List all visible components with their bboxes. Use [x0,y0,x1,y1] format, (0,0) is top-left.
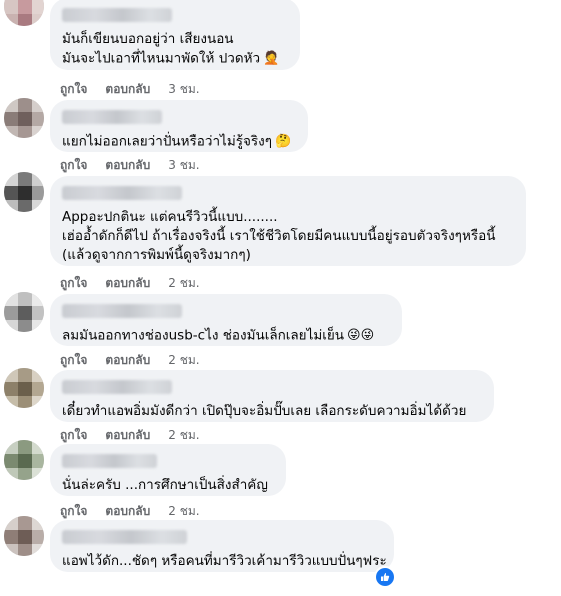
comment-text: เฮ่ออ้ำดักก็ดีไป ถ้าเรื่องจริงนี้ เราใช้… [62,228,496,244]
like-link[interactable]: ถูกใจ [60,426,87,445]
timestamp[interactable]: 2 ชม. [168,426,199,445]
timestamp[interactable]: 2 ชม. [168,351,199,370]
comment-actions: ถูกใจ ตอบกลับ 2 ชม. [60,426,200,445]
avatar[interactable] [4,98,44,138]
timestamp[interactable]: 3 ชม. [168,80,199,99]
comment-actions: ถูกใจ ตอบกลับ 3 ชม. [60,80,200,99]
comment-text: ลมมันออกทางช่องusb-cไง ช่องมันเล็กเลยไม่… [62,327,345,344]
like-reaction-badge[interactable] [374,566,396,588]
reply-link[interactable]: ตอบกลับ [105,80,150,99]
comment-bubble: นั่นล่ะครับ ...การศึกษาเป็นสิ่งสำคัญ [50,444,286,496]
like-link[interactable]: ถูกใจ [60,502,87,521]
comment-text: เดี๋ยวทำแอพอิ่มมังดีกว่า เปิดปุ๊บจะอิ่มป… [62,403,467,419]
like-link[interactable]: ถูกใจ [60,156,87,175]
commenter-name[interactable] [62,304,182,318]
commenter-name[interactable] [62,110,162,124]
comment-bubble: Appอะปกตินะ แต่คนรีวิวนี้แบบ........ เฮ่… [50,176,526,266]
avatar[interactable] [4,516,44,556]
comment-text: มันก็เขียนบอกอยู่ว่า เสียงนอน [62,31,234,47]
timestamp[interactable]: 3 ชม. [168,156,199,175]
reply-link[interactable]: ตอบกลับ [105,274,150,293]
comment-bubble: แยกไม่ออกเลยว่าปั่นหรือว่าไม่รู้จริงๆ 🤔 [50,100,308,152]
commenter-name[interactable] [62,186,182,200]
reply-link[interactable]: ตอบกลับ [105,351,150,370]
winking-tongue-emoji-icon: 😜😜 [347,328,375,343]
like-link[interactable]: ถูกใจ [60,80,87,99]
comment-text: (แล้วดูจากการพิมพ์นี้ดูจริงมากๆ) [62,247,251,263]
timestamp[interactable]: 2 ชม. [168,274,199,293]
commenter-name[interactable] [62,380,172,394]
avatar[interactable] [4,0,44,26]
reply-link[interactable]: ตอบกลับ [105,502,150,521]
facepalm-emoji-icon: 🤦 [263,51,280,66]
thinking-emoji-icon: 🤔 [274,134,292,149]
comment-bubble: ลมมันออกทางช่องusb-cไง ช่องมันเล็กเลยไม่… [50,294,402,346]
comment-text: มันจะไปเอาที่ไหนมาพัดให้ ปวดหัว [62,50,261,67]
like-link[interactable]: ถูกใจ [60,351,87,370]
avatar[interactable] [4,172,44,212]
avatar[interactable] [4,368,44,408]
comment-actions: ถูกใจ ตอบกลับ 2 ชม. [60,274,200,293]
comment-actions: ถูกใจ ตอบกลับ 2 ชม. [60,351,200,370]
timestamp[interactable]: 2 ชม. [168,502,199,521]
comment-text: แยกไม่ออกเลยว่าปั่นหรือว่าไม่รู้จริงๆ [62,133,272,150]
comment-text: Appอะปกตินะ แต่คนรีวิวนี้แบบ........ [62,209,278,225]
comment-bubble: แอพไว้ดัก...ชัดๆ หรือคนที่มารีวิวเค้ามาร… [50,520,394,572]
avatar[interactable] [4,292,44,332]
like-link[interactable]: ถูกใจ [60,274,87,293]
comment-actions: ถูกใจ ตอบกลับ 2 ชม. [60,502,200,521]
commenter-name[interactable] [62,8,172,22]
comment-bubble: มันก็เขียนบอกอยู่ว่า เสียงนอน มันจะไปเอา… [50,0,300,70]
comment-actions: ถูกใจ ตอบกลับ 3 ชม. [60,156,200,175]
commenter-name[interactable] [62,454,157,468]
reply-link[interactable]: ตอบกลับ [105,156,150,175]
comment-text: นั่นล่ะครับ ...การศึกษาเป็นสิ่งสำคัญ [62,477,268,493]
comment-bubble: เดี๋ยวทำแอพอิ่มมังดีกว่า เปิดปุ๊บจะอิ่มป… [50,370,494,422]
avatar[interactable] [4,440,44,480]
commenter-name[interactable] [62,530,187,544]
comment-text: แอพไว้ดัก...ชัดๆ หรือคนที่มารีวิวเค้ามาร… [62,553,387,569]
thumbs-up-icon [381,573,390,581]
reply-link[interactable]: ตอบกลับ [105,426,150,445]
